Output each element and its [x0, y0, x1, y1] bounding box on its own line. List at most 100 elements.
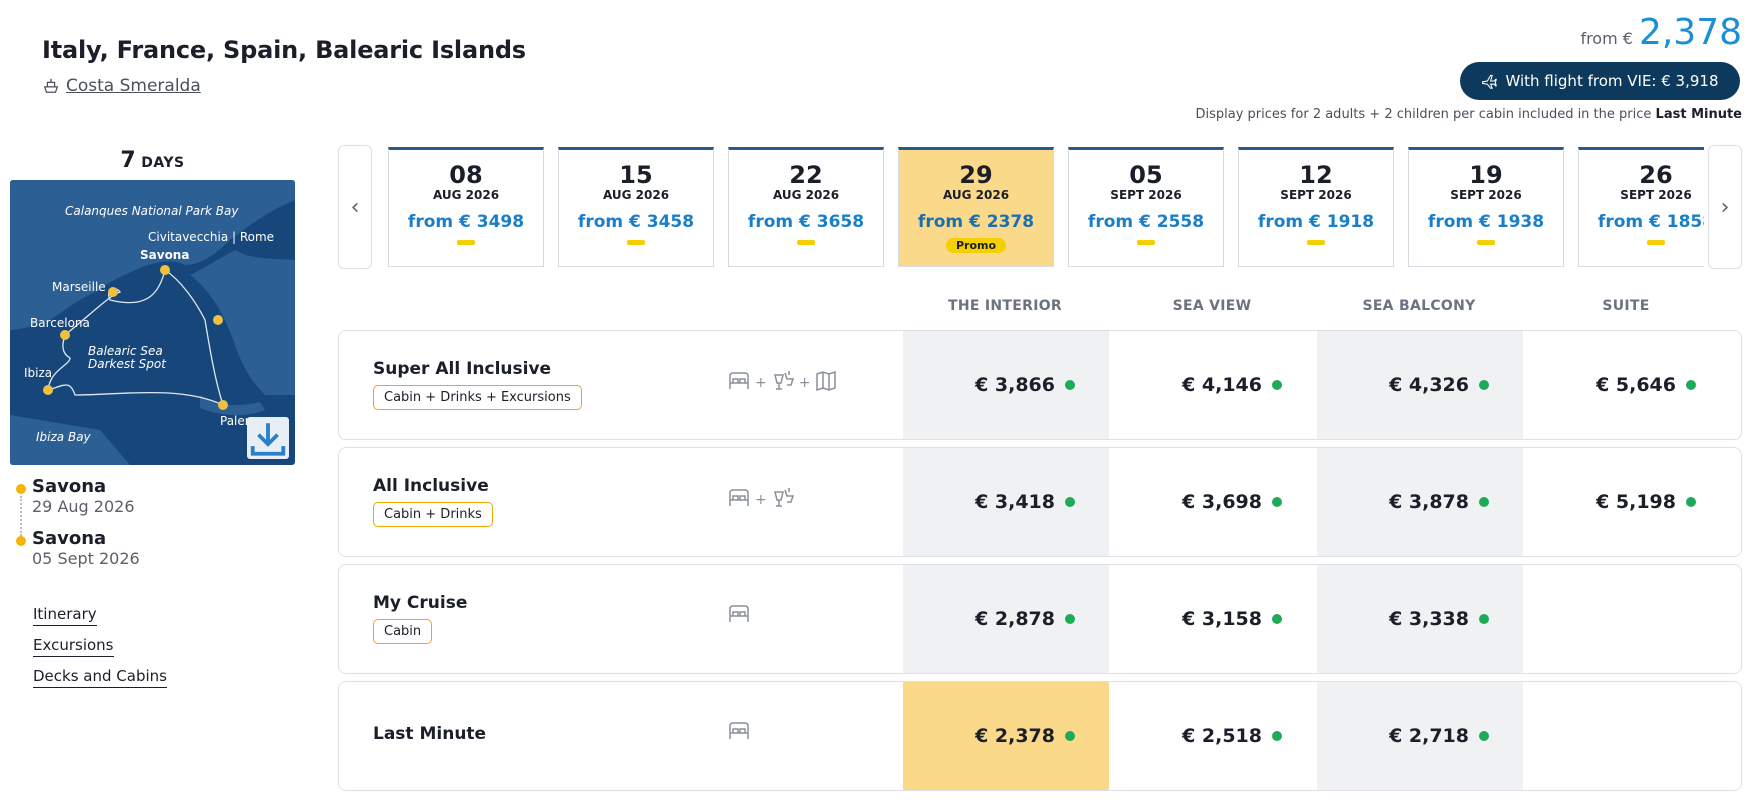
cabin-price-cell[interactable]: € 2,378: [903, 682, 1109, 790]
departure-port: Savona 29 Aug 2026: [32, 476, 135, 516]
display-note: Display prices for 2 adults + 2 children…: [1196, 107, 1743, 122]
plus-sign: +: [755, 492, 767, 508]
package-tag: Cabin + Drinks + Excursions: [373, 385, 582, 410]
package-row: All Inclusive Cabin + Drinks + € 3,418 € 3,6…: [338, 447, 1742, 557]
prev-dates-button[interactable]: ‹: [338, 145, 372, 269]
date-carousel: 08 AUG 2026 from € 3498 15 AUG 2026 from € 34…: [388, 147, 1704, 267]
cabin-price[interactable]: € 2,518: [1182, 725, 1262, 747]
date-day: 12: [1299, 161, 1333, 189]
availability-bar: [797, 240, 815, 245]
cabin-price-cell[interactable]: € 3,866: [903, 331, 1109, 439]
cabin-price[interactable]: € 5,198: [1596, 491, 1676, 513]
date-price: from € 1858: [1597, 212, 1704, 232]
download-icon: [250, 422, 286, 456]
date-card[interactable]: 05 SEPT 2026 from € 2558: [1068, 147, 1224, 267]
package-icons: [727, 720, 751, 746]
map-label-marseille: Marseille: [52, 280, 106, 294]
cabin-price-cell[interactable]: € 4,326: [1317, 331, 1523, 439]
from-label: from €: [1580, 29, 1633, 48]
availability-dot: [1479, 497, 1489, 507]
availability-dot: [1686, 497, 1696, 507]
flight-button-label[interactable]: With flight from VIE: € 3,918: [1505, 72, 1718, 90]
bed-icon: [727, 720, 751, 746]
col-head-interior: THE INTERIOR: [947, 298, 1062, 314]
availability-bar: [627, 240, 645, 245]
availability-dot: [1686, 380, 1696, 390]
page-title: Italy, France, Spain, Balearic Islands: [42, 36, 526, 64]
from-amount: 2,378: [1638, 12, 1742, 53]
excursions-link[interactable]: Excursions: [33, 636, 114, 657]
flight-button[interactable]: With flight from VIE: € 3,918: [1460, 62, 1740, 100]
date-month: AUG 2026: [602, 188, 670, 202]
availability-bar: [1137, 240, 1155, 245]
availability-bar: [1307, 240, 1325, 245]
date-card[interactable]: 26 SEPT 2026 from € 1858: [1578, 147, 1704, 267]
map-label-calanques: Calanques National Park Bay: [65, 204, 239, 218]
decks-cabins-link[interactable]: Decks and Cabins: [33, 667, 167, 688]
package-tag: Cabin + Drinks: [373, 502, 493, 527]
availability-dot: [1272, 614, 1282, 624]
promo-badge: Promo: [945, 238, 1007, 253]
chevron-right-icon: ›: [1720, 194, 1730, 220]
date-price: from € 2558: [1087, 212, 1205, 232]
cabin-price-cell[interactable]: € 2,718: [1317, 682, 1523, 790]
date-card[interactable]: 12 SEPT 2026 from € 1918: [1238, 147, 1394, 267]
ship-name[interactable]: Costa Smeralda: [66, 76, 201, 96]
ship-link[interactable]: Costa Smeralda: [42, 76, 201, 96]
ship-icon: [43, 78, 59, 93]
date-day: 08: [449, 161, 483, 189]
availability-dot: [1272, 497, 1282, 507]
cabin-price[interactable]: € 5,646: [1596, 374, 1676, 396]
cabin-price-cell[interactable]: € 3,158: [1110, 565, 1316, 673]
itinerary-map[interactable]: Calanques National Park Bay Civitavecchi…: [10, 180, 295, 465]
cabin-price-cell[interactable]: € 4,146: [1110, 331, 1316, 439]
map-icon: [814, 369, 838, 397]
cabin-price[interactable]: € 2,378: [975, 725, 1055, 747]
cabin-price-cell[interactable]: € 2,518: [1110, 682, 1316, 790]
duration: 7 DAYS: [10, 148, 295, 173]
date-card[interactable]: 19 SEPT 2026 from € 1938: [1408, 147, 1564, 267]
availability-dot: [1065, 497, 1075, 507]
map-label-barcelona: Barcelona: [30, 316, 90, 330]
package-tag: Cabin: [373, 619, 433, 644]
date-price: from € 3458: [577, 212, 695, 232]
date-card[interactable]: 08 AUG 2026 from € 3498: [388, 147, 544, 267]
cabin-price[interactable]: € 3,866: [975, 374, 1055, 396]
package-icons: +: [727, 486, 795, 514]
display-note-bold: Last Minute: [1655, 107, 1742, 122]
cabin-price[interactable]: € 3,158: [1182, 608, 1262, 630]
col-head-sea-view: SEA VIEW: [1172, 298, 1252, 314]
start-port-dot: [16, 484, 26, 494]
cabin-price-cell[interactable]: € 5,646: [1524, 331, 1730, 439]
cabin-price-cell[interactable]: € 5,198: [1524, 448, 1730, 556]
next-dates-button[interactable]: ›: [1708, 145, 1742, 269]
map-label-ibiza-bay: Ibiza Bay: [36, 430, 91, 444]
date-card[interactable]: 15 AUG 2026 from € 3458: [558, 147, 714, 267]
cabin-price[interactable]: € 3,878: [1389, 491, 1469, 513]
cabin-price-cell[interactable]: € 2,878: [903, 565, 1109, 673]
availability-dot: [1479, 380, 1489, 390]
date-price: from € 1938: [1427, 212, 1545, 232]
cabin-price[interactable]: € 2,878: [975, 608, 1055, 630]
cabin-price[interactable]: € 3,418: [975, 491, 1055, 513]
end-port-dot: [16, 536, 26, 546]
cabin-price[interactable]: € 4,326: [1389, 374, 1469, 396]
package-icons: [727, 603, 751, 629]
cabin-price-cell[interactable]: € 3,418: [903, 448, 1109, 556]
map-download-button[interactable]: [247, 417, 289, 459]
cabin-price[interactable]: € 3,698: [1182, 491, 1262, 513]
date-card[interactable]: 29 AUG 2026 from € 2378 Promo: [898, 147, 1054, 267]
availability-dot: [1479, 614, 1489, 624]
col-head-sea-balcony: SEA BALCONY: [1362, 298, 1476, 314]
drinks-icon: [771, 369, 795, 397]
itinerary-link[interactable]: Itinerary: [33, 605, 97, 626]
cabin-price-cell[interactable]: € 3,698: [1110, 448, 1316, 556]
date-card[interactable]: 22 AUG 2026 from € 3658: [728, 147, 884, 267]
cabin-price[interactable]: € 2,718: [1389, 725, 1469, 747]
cabin-price[interactable]: € 4,146: [1182, 374, 1262, 396]
cabin-price-cell[interactable]: € 3,878: [1317, 448, 1523, 556]
cabin-price-cell[interactable]: € 3,338: [1317, 565, 1523, 673]
cabin-price[interactable]: € 3,338: [1389, 608, 1469, 630]
chevron-left-icon: ‹: [350, 194, 360, 220]
arrival-port: Savona 05 Sept 2026: [32, 528, 140, 568]
